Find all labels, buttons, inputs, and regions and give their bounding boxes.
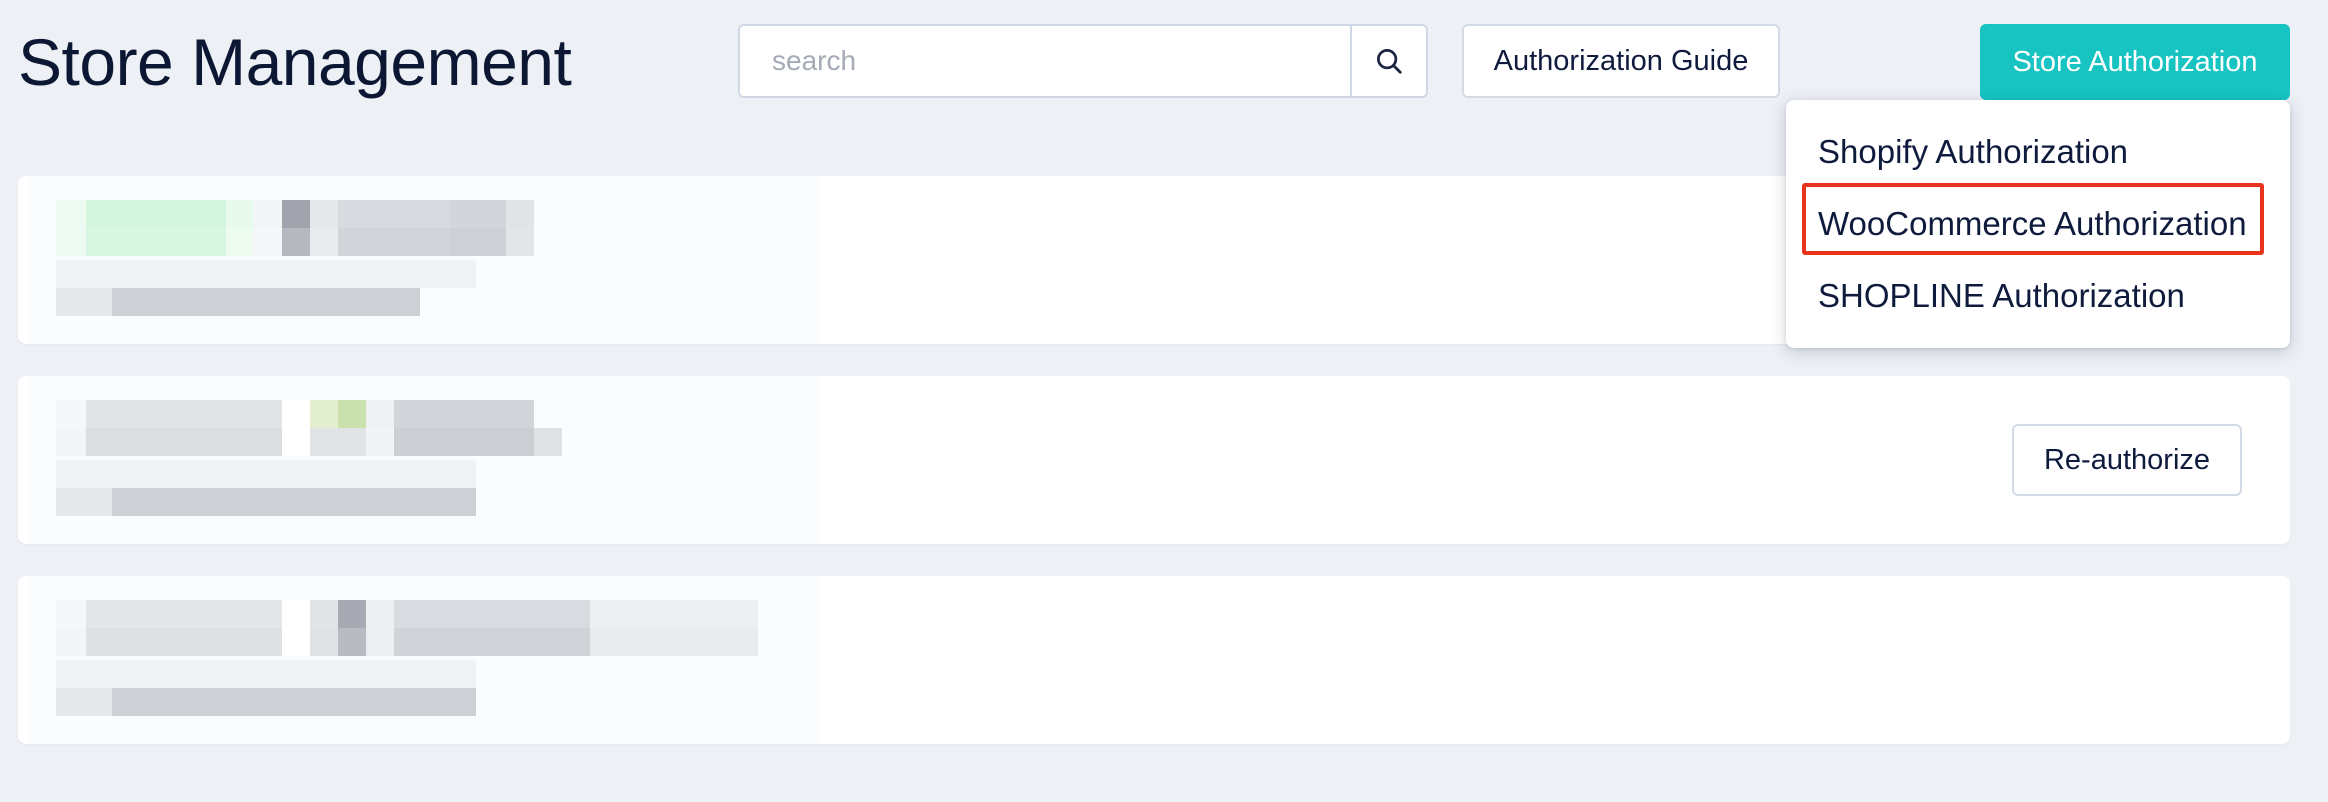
search-input[interactable] — [740, 26, 1350, 96]
store-card: Re-authorize — [18, 376, 2290, 544]
search-button[interactable] — [1350, 26, 1426, 96]
redacted-store-info — [28, 176, 820, 344]
store-authorization-button[interactable]: Store Authorization — [1980, 24, 2290, 100]
redacted-store-info — [28, 576, 820, 744]
menu-item-shopify-authorization[interactable]: Shopify Authorization — [1818, 122, 2128, 182]
re-authorize-button[interactable]: Re-authorize — [2012, 424, 2242, 496]
redacted-store-info — [28, 376, 820, 544]
store-card — [18, 576, 2290, 744]
page-title: Store Management — [18, 25, 572, 99]
menu-item-woocommerce-authorization[interactable]: WooCommerce Authorization — [1818, 194, 2247, 254]
search-box — [738, 24, 1428, 98]
authorization-guide-button[interactable]: Authorization Guide — [1462, 24, 1780, 98]
search-icon — [1377, 49, 1402, 74]
menu-item-shopline-authorization[interactable]: SHOPLINE Authorization — [1818, 266, 2185, 326]
